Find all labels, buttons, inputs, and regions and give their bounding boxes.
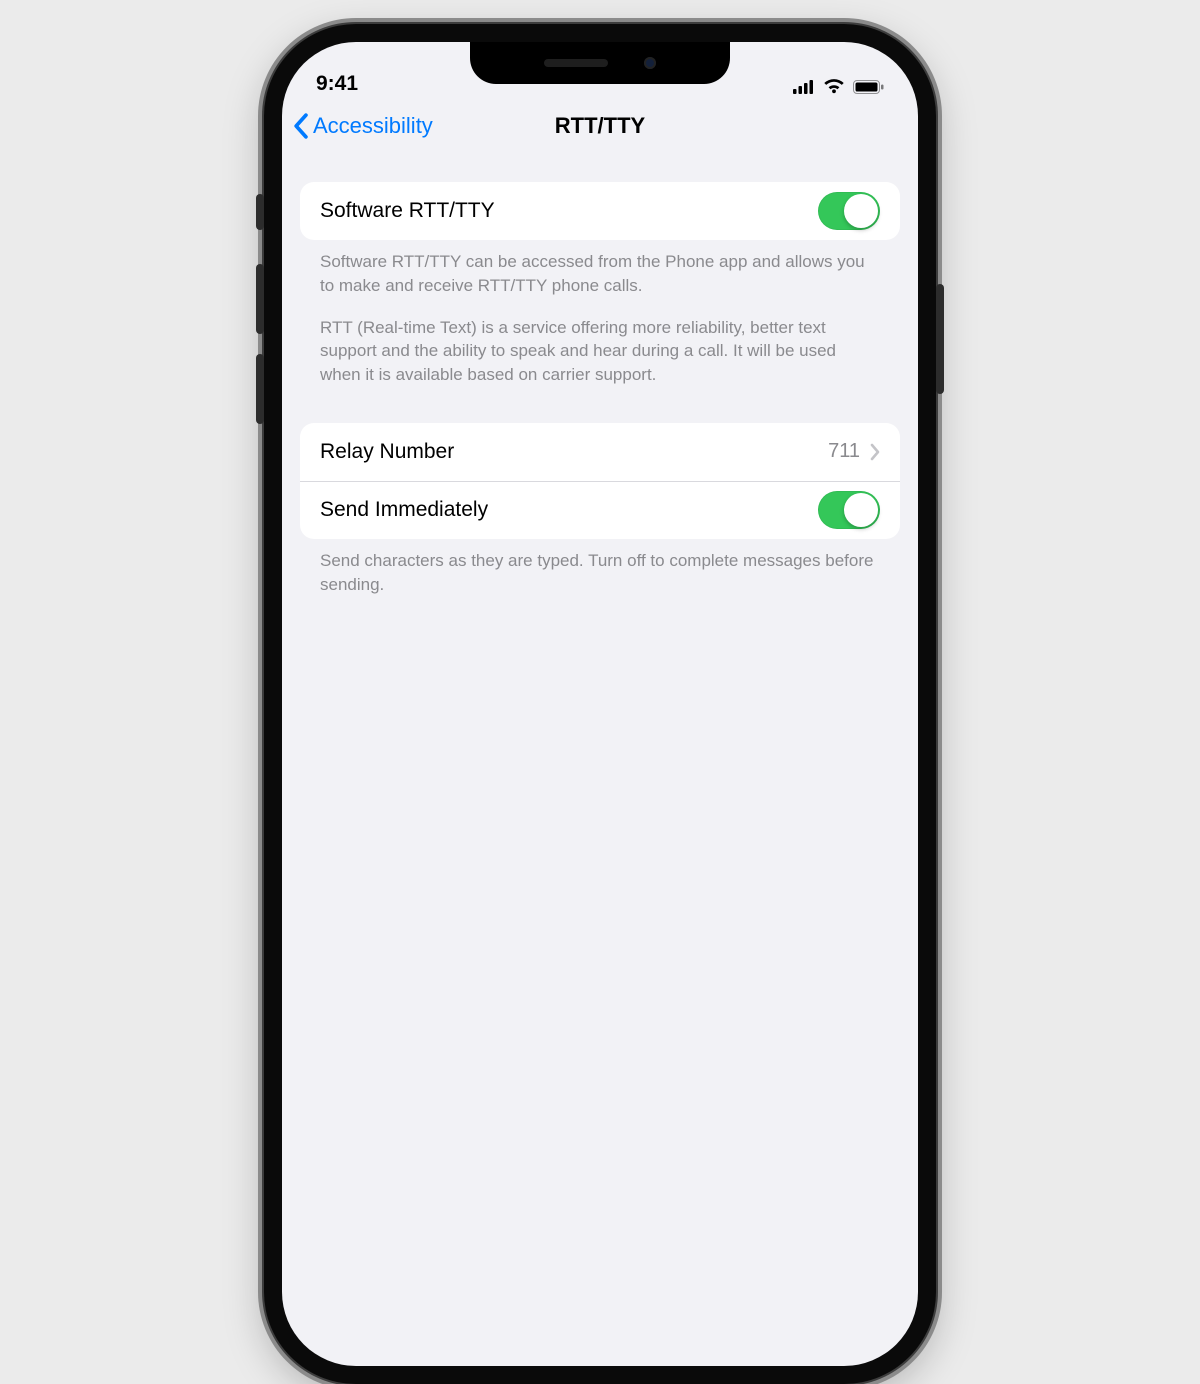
chevron-left-icon bbox=[292, 113, 309, 139]
row-relay-number[interactable]: Relay Number 711 bbox=[300, 423, 900, 481]
settings-content: Software RTT/TTY Software RTT/TTY can be… bbox=[282, 154, 918, 597]
toggle-send-immediately[interactable] bbox=[818, 491, 880, 529]
back-label: Accessibility bbox=[313, 113, 433, 139]
row-value: 711 bbox=[828, 440, 860, 463]
row-label: Send Immediately bbox=[320, 498, 818, 522]
back-button[interactable]: Accessibility bbox=[292, 113, 433, 139]
iphone-frame: 9:41 bbox=[264, 24, 936, 1384]
footer-text: RTT (Real-time Text) is a service offeri… bbox=[320, 316, 880, 387]
status-time: 9:41 bbox=[316, 72, 358, 96]
footer-send-immediately: Send characters as they are typed. Turn … bbox=[300, 539, 900, 597]
footer-text: Send characters as they are typed. Turn … bbox=[320, 549, 880, 597]
chevron-right-icon bbox=[870, 443, 880, 461]
wifi-icon bbox=[823, 79, 845, 94]
speaker-grille bbox=[544, 59, 608, 67]
row-send-immediately[interactable]: Send Immediately bbox=[300, 481, 900, 539]
toggle-software-rtt[interactable] bbox=[818, 192, 880, 230]
footer-software-rtt: Software RTT/TTY can be accessed from th… bbox=[300, 240, 900, 387]
volume-up-button bbox=[256, 264, 264, 334]
group-software-rtt: Software RTT/TTY bbox=[300, 182, 900, 240]
row-label: Software RTT/TTY bbox=[320, 199, 818, 223]
notch bbox=[470, 42, 730, 84]
nav-bar: Accessibility RTT/TTY bbox=[282, 98, 918, 154]
front-camera bbox=[644, 57, 656, 69]
screen: 9:41 bbox=[282, 42, 918, 1366]
row-software-rtt[interactable]: Software RTT/TTY bbox=[300, 182, 900, 240]
side-button bbox=[936, 284, 944, 394]
footer-text: Software RTT/TTY can be accessed from th… bbox=[320, 250, 880, 298]
group-relay: Relay Number 711 Send Immediately bbox=[300, 423, 900, 539]
cellular-icon bbox=[793, 80, 815, 94]
mute-switch bbox=[256, 194, 264, 230]
volume-down-button bbox=[256, 354, 264, 424]
row-label: Relay Number bbox=[320, 440, 828, 464]
battery-icon bbox=[853, 80, 884, 94]
